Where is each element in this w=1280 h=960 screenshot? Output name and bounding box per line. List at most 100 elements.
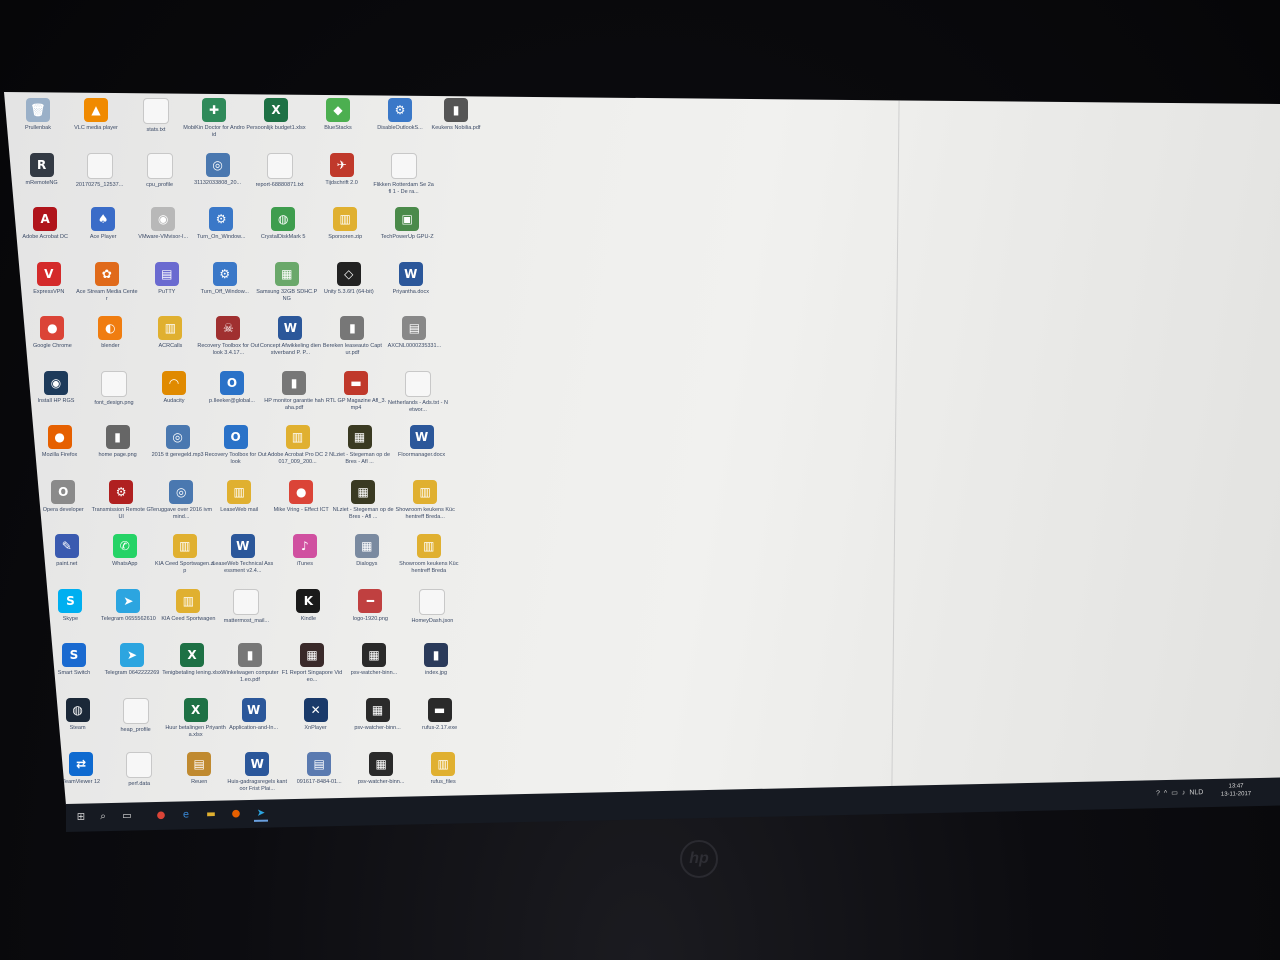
desktop-icon[interactable]: ➤ Telegram 0655562610	[100, 588, 156, 643]
desktop-icon[interactable]: ▤ AXCNL0000235331...	[386, 316, 442, 370]
desktop-icon[interactable]: perf.data	[111, 752, 167, 805]
desktop-icon[interactable]: Flikken Rotterdam Se 2afl 1 - De ra...	[373, 152, 434, 207]
desktop-icon[interactable]: ◍ CrystalDiskMark 5	[255, 207, 311, 261]
desktop-icon[interactable]: ▮ home page.png	[90, 425, 146, 479]
desktop-icon[interactable]: ♪ iTunes	[277, 534, 333, 588]
desktop-icon[interactable]: Op.Ileeker@global...	[204, 370, 260, 425]
desktop-icon[interactable]: ▤ Reuen	[171, 752, 227, 805]
desktop-icon[interactable]: ▥ KIA Ceed Sportwagen	[160, 588, 216, 643]
desktop-icon[interactable]: W Application-and-In...	[226, 697, 282, 752]
desktop-icon[interactable]: ▦ Samsung 32GB SDHC.PNG	[256, 261, 317, 316]
desktop-icon[interactable]: O Recovery Toolbox for Outlook	[205, 425, 267, 479]
desktop-icon[interactable]: W Concept Afwikkeling dienstverband P. P.…	[260, 316, 321, 370]
desktop-icon[interactable]: RmRemoteNG	[14, 152, 70, 207]
desktop-icon[interactable]: ▦ psv-watcher-binn...	[350, 697, 406, 752]
tray-item[interactable]: ?	[1156, 790, 1160, 797]
taskbar-clock[interactable]: 13:47 13-11-2017	[1214, 782, 1258, 799]
desktop-icon[interactable]: X Tenigbetaling lening.xlsx	[162, 643, 222, 697]
desktop-icon[interactable]: X Huur betalingen Priyantha.xlsx	[165, 697, 226, 752]
desktop-icon[interactable]: ⚙ Turn_Off_Window...	[197, 261, 253, 316]
taskbar-app-firefox[interactable]: ●	[229, 806, 243, 820]
desktop-icon[interactable]: ▦ NLziet - Stegeman op de Bres - Afl ...	[329, 425, 390, 479]
tray-item[interactable]: NLD	[1189, 789, 1203, 796]
desktop-icon[interactable]: ◎ 31132033808_20...	[190, 152, 246, 207]
desktop-icon[interactable]: W Floormanager.docx	[394, 425, 450, 479]
desktop-icon[interactable]: cpu_profile	[132, 152, 188, 207]
desktop-icon[interactable]: ▮ Keukens Nobilia.pdf	[428, 98, 484, 152]
desktop-icon[interactable]: ▦ Dialogys	[339, 534, 395, 588]
desktop-icon[interactable]: K Kindle	[280, 588, 336, 643]
desktop-icon[interactable]: ▥ KIA Ceed Sportwagen.zip	[155, 534, 215, 588]
desktop-icon[interactable]: ➤ Telegram 0642222269	[104, 643, 160, 697]
desktop-icon[interactable]: stats.txt	[128, 98, 184, 152]
taskbar-app-chrome[interactable]: ●	[154, 808, 168, 822]
desktop-icon[interactable]: ● Mozilla Firefox	[32, 425, 88, 479]
desktop-icon[interactable]: HomeyDash.json	[404, 588, 460, 643]
desktop-icon[interactable]: ▲ VLC media player	[68, 98, 124, 152]
desktop-icon[interactable]: ✚ MobiKin Doctor for Android	[183, 98, 245, 152]
desktop-icon[interactable]: ● Google Chrome	[24, 316, 80, 370]
desktop-icon[interactable]: ⚙ DisableOutlookS...	[372, 98, 428, 152]
tray-item[interactable]: ♪	[1182, 789, 1186, 796]
search-button[interactable]: ⌕	[96, 809, 110, 823]
desktop-icon[interactable]: W Huis-gadragsregels kantoor Frist Plai..…	[227, 752, 287, 805]
desktop-icon[interactable]: font_design.png	[86, 370, 142, 425]
desktop-icon[interactable]: ▮ Winkelwagen computer 1.eo.pdf	[221, 643, 279, 697]
desktop-icon[interactable]: ⚙ Transmission Remote GUI	[92, 479, 151, 534]
desktop-icon[interactable]: ▦ NLziet - Stegeman op de Bres - Afl ...	[333, 479, 394, 534]
desktop-icon[interactable]: ◉ Install HP RGS	[28, 370, 84, 425]
desktop-icon[interactable]: ▬ rufus-2.17.exe	[412, 697, 468, 752]
desktop-icon[interactable]: ▦ psv-watcher-binn...	[346, 643, 402, 697]
desktop-icon[interactable]: ▥ ACRCalls	[142, 316, 198, 370]
desktop-icon[interactable]: ▮ HP monitor garantie hahaha.pdf	[264, 370, 324, 425]
desktop-icon[interactable]: report-68880871.txt	[252, 152, 308, 207]
desktop-icon[interactable]: ◠ Audacity	[146, 370, 202, 425]
desktop-icon[interactable]: ▥ Sporsoren.zip	[317, 207, 373, 261]
taskbar-app-edge[interactable]: e	[179, 807, 193, 821]
desktop-icon[interactable]: ▤ PuTTY	[139, 261, 195, 316]
desktop-icon[interactable]: ━ logo-1920.png	[342, 588, 398, 643]
desktop-icon[interactable]: ◐ blender	[82, 316, 138, 370]
desktop-icon[interactable]: ▥ Showroom keukens Küchentreff Breda	[399, 534, 458, 588]
desktop-icon[interactable]: W Priyantha.docx	[383, 261, 439, 316]
desktop-icon[interactable]: 20170275_12537...	[72, 152, 128, 207]
desktop-icon[interactable]: V ExpressVPN	[21, 261, 77, 316]
desktop-icon[interactable]: mattermost_mail...	[218, 588, 274, 643]
desktop-icon[interactable]: ◇ Unity 5.3.6f1 (64-bit)	[321, 261, 377, 316]
desktop-icon[interactable]: ◉ VMware-VMvisor-I...	[135, 207, 191, 261]
desktop-icon[interactable]: ▣ TechPowerUp GPU-Z	[379, 207, 435, 261]
desktop-icon[interactable]: ✎ paint.net	[39, 534, 95, 588]
desktop-icon[interactable]: ▮ index.jpg	[408, 643, 464, 697]
desktop-icon[interactable]: ✿ Ace Stream Media Center	[76, 261, 138, 316]
taskbar-app-telegram[interactable]: ➤	[254, 805, 268, 822]
taskbar-app-explorer[interactable]: ▬	[204, 807, 218, 821]
desktop-icon[interactable]: ▦ F1 Report Singapore Video...	[282, 643, 342, 697]
desktop-icon[interactable]: ◎ 2015 tt geregeld.mp3	[150, 425, 206, 479]
desktop-icon[interactable]: ▮ Bereken leaseauto Captur.pdf	[323, 316, 382, 370]
desktop-icon[interactable]: ♠ Ace Player	[75, 207, 131, 261]
desktop-icon[interactable]: ● Mike Vring - Effect ICT	[273, 479, 329, 534]
desktop-icon[interactable]: heap_profile	[108, 697, 164, 752]
desktop-icon[interactable]: ✈ Tijdschrift 2.0	[314, 152, 370, 207]
desktop-icon[interactable]: ▬ RTL GP Magazine Afl_3.mp4	[326, 370, 386, 425]
desktop-icon[interactable]: ▥ Showroom keukens Küchentreff Breda...	[396, 479, 455, 534]
desktop-icon[interactable]: ◆ BlueStacks	[310, 98, 366, 152]
desktop-icon[interactable]: ▥ Adobe Acrobat Pro DC 2017_009_200...	[267, 425, 328, 479]
start-button[interactable]: ⊞	[74, 810, 88, 824]
desktop-icon[interactable]: ◎ Teruggave over 2016 ivm mind...	[150, 479, 212, 534]
desktop-icon[interactable]: ☠ Recovery Toolbox for Outlook 3.4.17...	[197, 316, 259, 370]
desktop-icon[interactable]: 🗑 Prullenbak	[10, 98, 66, 152]
desktop-icon[interactable]: ✕ XnPlayer	[288, 697, 344, 752]
desktop-icon-label: Tijdschrift 2.0	[325, 179, 358, 186]
desktop-icon[interactable]: ⚙ Turn_On_Window...	[193, 207, 249, 261]
desktop-icon[interactable]: O Opera developer	[35, 479, 91, 534]
desktop-icon[interactable]: ✆ WhatsApp	[97, 534, 153, 588]
desktop-icon[interactable]: W LeaseWeb Technical Assessment v2.4...	[212, 534, 273, 588]
desktop-icon[interactable]: Netherlands - Ads.txt - Networ...	[388, 370, 448, 425]
tray-item[interactable]: ▭	[1171, 789, 1178, 797]
desktop-icon[interactable]: X Persoonlijk budget1.xlsx	[246, 98, 306, 152]
desktop-icon[interactable]: A Adobe Acrobat DC	[17, 207, 73, 261]
tray-item[interactable]: ^	[1164, 789, 1167, 796]
task-view-button[interactable]: ▭	[120, 809, 134, 823]
desktop-icon[interactable]: ▥ LeaseWeb mail	[211, 479, 267, 534]
